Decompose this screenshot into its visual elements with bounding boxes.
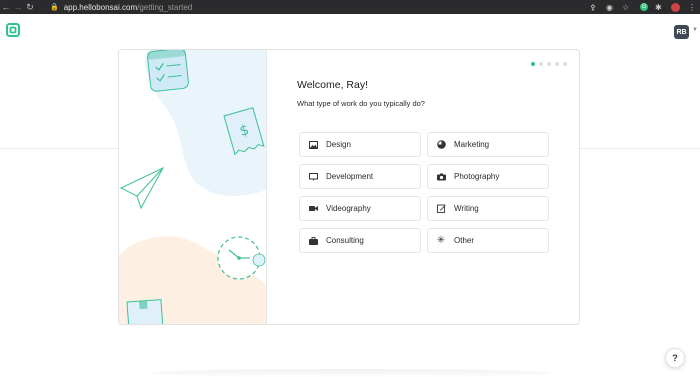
paper-plane-icon — [119, 166, 165, 210]
star-icon[interactable]: ☆ — [622, 0, 629, 14]
work-type-question: What type of work do you typically do? — [297, 99, 425, 108]
illustration-panel: $ — [119, 50, 267, 324]
pencil-icon — [436, 204, 446, 214]
back-arrow-icon[interactable]: ← — [0, 0, 12, 14]
extension-icon[interactable]: G — [640, 3, 648, 11]
url-host: app.hellobonsai.com — [63, 2, 138, 12]
option-videography[interactable]: Videography — [299, 196, 421, 221]
option-consulting[interactable]: Consulting — [299, 228, 421, 253]
onboarding-card: $ Welcome, Ray! What type of work do you… — [118, 49, 580, 325]
step-dot — [563, 62, 567, 66]
welcome-title: Welcome, Ray! — [297, 79, 368, 91]
box-icon — [126, 299, 164, 324]
monitor-icon — [308, 172, 318, 182]
camera-icon[interactable]: ◉ — [606, 0, 613, 14]
option-label: Videography — [326, 204, 371, 213]
help-button[interactable]: ? — [665, 348, 685, 368]
clock-icon — [217, 236, 266, 280]
menu-icon[interactable]: ⋮ — [688, 0, 696, 14]
step-dot-active — [531, 62, 535, 66]
option-label: Marketing — [454, 140, 490, 149]
bonsai-logo-icon[interactable] — [6, 23, 20, 37]
camera-icon — [436, 172, 446, 182]
briefcase-icon — [308, 236, 318, 246]
illustration: $ — [119, 50, 266, 324]
option-label: Development — [326, 172, 374, 181]
reload-icon[interactable]: ↻ — [24, 0, 36, 14]
option-marketing[interactable]: Marketing — [427, 132, 549, 157]
pie-chart-icon — [436, 140, 446, 150]
chevron-down-icon[interactable]: ▼ — [692, 27, 698, 33]
option-label: Writing — [454, 204, 479, 213]
video-camera-icon — [308, 204, 318, 214]
option-label: Other — [454, 236, 475, 245]
option-writing[interactable]: Writing — [427, 196, 549, 221]
address-bar[interactable]: 🔒 app.hellobonsai.com/getting_started — [50, 0, 192, 14]
step-dot — [547, 62, 551, 66]
step-indicator — [531, 62, 567, 66]
image-icon — [308, 140, 318, 150]
bottom-shadow — [150, 369, 550, 377]
profile-avatar-icon[interactable] — [671, 2, 680, 12]
browser-toolbar: ← → ↻ 🔒 app.hellobonsai.com/getting_star… — [0, 0, 700, 14]
option-photography[interactable]: Photography — [427, 164, 549, 189]
asterisk-icon: ✳ — [436, 235, 446, 246]
option-label: Consulting — [326, 236, 364, 245]
checklist-icon — [147, 50, 189, 92]
option-design[interactable]: Design — [299, 132, 421, 157]
url-path: /getting_started — [137, 2, 193, 12]
step-dot — [539, 62, 543, 66]
step-dot — [555, 62, 559, 66]
option-development[interactable]: Development — [299, 164, 421, 189]
forward-arrow-icon[interactable]: → — [12, 0, 24, 14]
user-avatar[interactable]: RB — [674, 25, 689, 39]
option-label: Design — [326, 140, 351, 149]
work-type-options: Design Marketing Development Photography… — [299, 132, 549, 253]
option-other[interactable]: ✳ Other — [427, 228, 549, 253]
option-label: Photography — [454, 172, 500, 181]
lock-icon: 🔒 — [50, 4, 59, 11]
puzzle-icon[interactable]: ✱ — [655, 0, 662, 14]
key-icon[interactable]: ⚴ — [590, 0, 596, 14]
